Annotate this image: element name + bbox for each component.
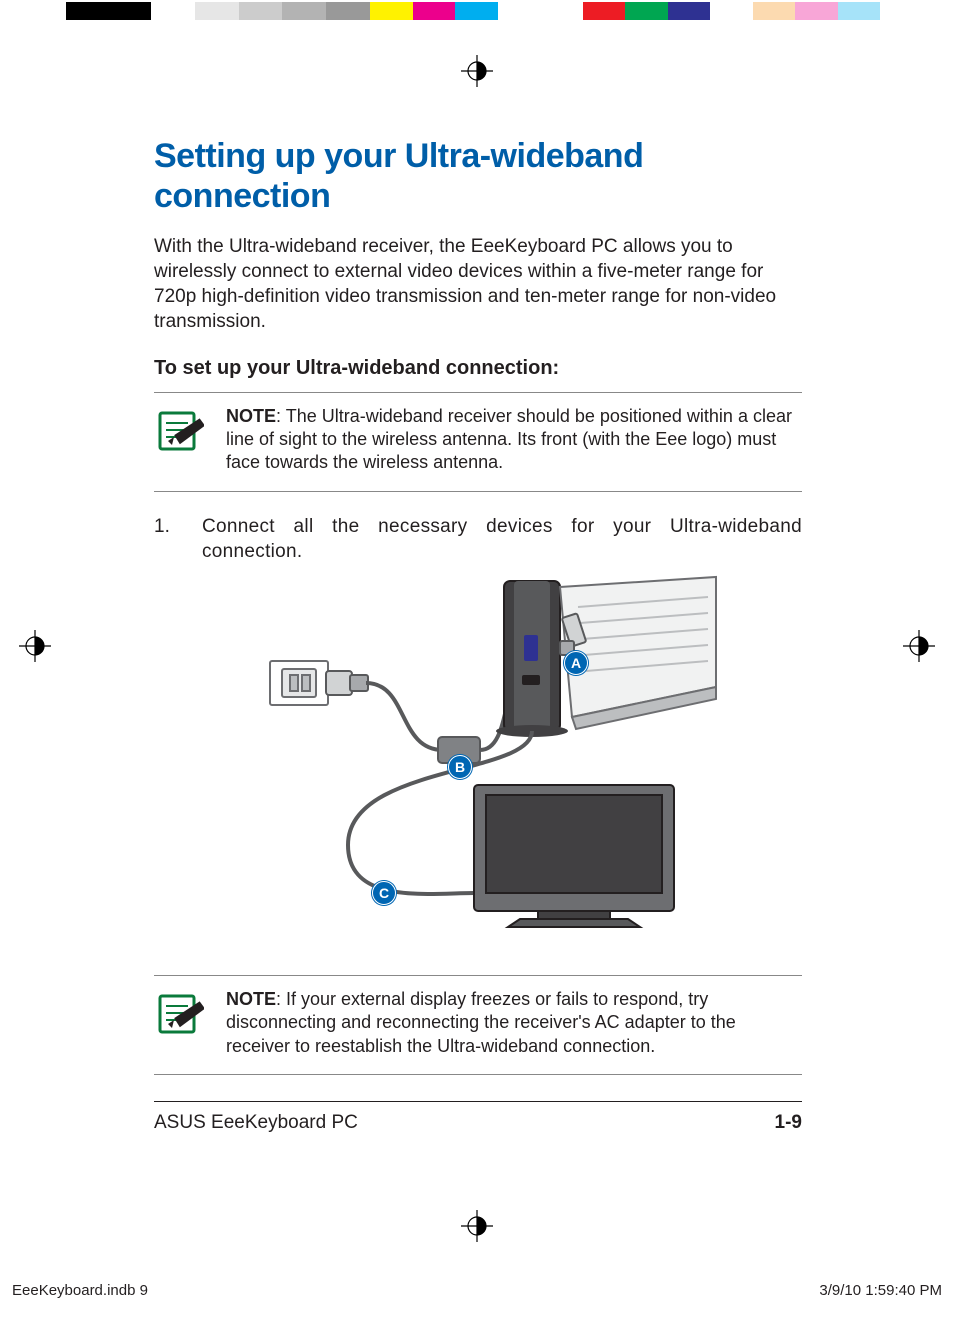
registration-mark-icon xyxy=(903,630,935,662)
registration-mark-icon xyxy=(461,1210,493,1242)
connection-diagram: A B C xyxy=(238,575,718,955)
step-text: Connect all the necessary devices for yo… xyxy=(202,514,802,565)
subheading: To set up your Ultra-wideband connection… xyxy=(154,357,802,380)
note-text: NOTE: If your external display freezes o… xyxy=(226,988,802,1058)
callout-a: A xyxy=(564,651,588,675)
registration-mark-icon xyxy=(461,55,493,87)
step-number: 1. xyxy=(154,514,202,565)
page-content: Setting up your Ultra-wideband connectio… xyxy=(154,136,802,1134)
slug-filename: EeeKeyboard.indb 9 xyxy=(12,1282,148,1299)
callout-c: C xyxy=(372,881,396,905)
page-title: Setting up your Ultra-wideband connectio… xyxy=(154,136,802,216)
footer-product: ASUS EeeKeyboard PC xyxy=(154,1112,358,1134)
note-icon xyxy=(154,405,204,475)
intro-paragraph: With the Ultra-wideband receiver, the Ee… xyxy=(154,234,802,334)
note-icon xyxy=(154,988,204,1058)
page-footer: ASUS EeeKeyboard PC 1-9 xyxy=(154,1101,802,1134)
printer-color-bar xyxy=(0,2,954,20)
note-label: NOTE xyxy=(226,989,276,1009)
note-label: NOTE xyxy=(226,406,276,426)
note-text: NOTE: The Ultra-wideband receiver should… xyxy=(226,405,802,475)
callout-b: B xyxy=(448,755,472,779)
note-body: : If your external display freezes or fa… xyxy=(226,989,736,1056)
page-number: 1-9 xyxy=(775,1112,802,1134)
step-item: 1. Connect all the necessary devices for… xyxy=(154,514,802,565)
print-slug: EeeKeyboard.indb 9 3/9/10 1:59:40 PM xyxy=(12,1282,942,1299)
slug-timestamp: 3/9/10 1:59:40 PM xyxy=(819,1282,942,1299)
note-box: NOTE: If your external display freezes o… xyxy=(154,975,802,1075)
note-body: : The Ultra-wideband receiver should be … xyxy=(226,406,792,473)
note-box: NOTE: The Ultra-wideband receiver should… xyxy=(154,392,802,492)
registration-mark-icon xyxy=(19,630,51,662)
